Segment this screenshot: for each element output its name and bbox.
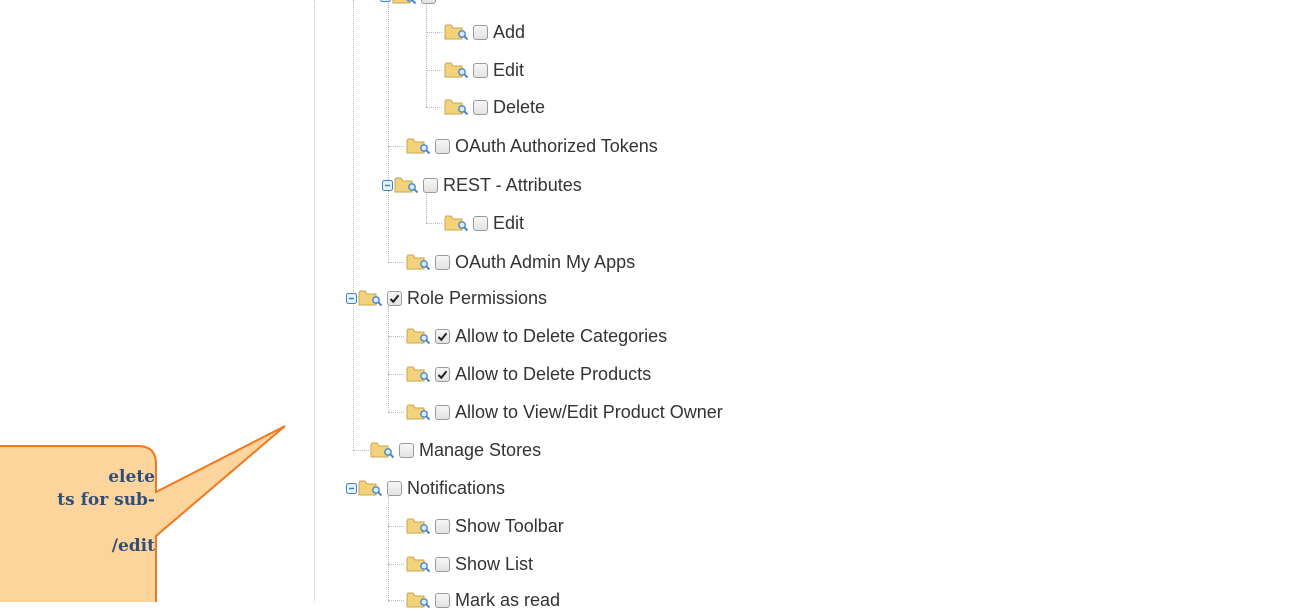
tree-checkbox[interactable]	[435, 404, 450, 420]
tree-node: Role Permissions	[346, 286, 547, 310]
collapse-toggle-icon[interactable]	[380, 0, 391, 2]
tree-node: Notifications	[346, 476, 505, 500]
tree-node: Allow to Delete Categories	[406, 324, 667, 348]
tree-node-label[interactable]: Show Toolbar	[455, 516, 564, 537]
tree-node: Allow to View/Edit Product Owner	[406, 400, 723, 424]
tree-connector	[388, 374, 404, 375]
tree-connector	[388, 412, 404, 413]
tree-checkbox[interactable]	[387, 480, 402, 496]
tree-node: Delete	[444, 95, 545, 119]
tree-connector	[388, 146, 404, 147]
tree-node-label[interactable]: OAuth Authorized Tokens	[455, 136, 658, 157]
collapse-toggle-icon[interactable]	[346, 292, 357, 304]
tree-node-label[interactable]: Role Permissions	[407, 288, 547, 309]
tree-node: Allow to Delete Products	[406, 362, 651, 386]
tree-checkbox[interactable]	[421, 0, 436, 4]
tree-connector	[388, 0, 389, 262]
tree-checkbox[interactable]	[473, 99, 488, 115]
tree-checkbox[interactable]	[435, 138, 450, 154]
tree-node: Manage Stores	[370, 438, 541, 462]
tree-node: Show List	[406, 552, 533, 576]
folder-magnifier-icon	[406, 137, 432, 155]
tree-connector	[388, 496, 389, 602]
tree-checkbox[interactable]	[473, 24, 488, 40]
tree-connector	[388, 306, 389, 412]
tree-connector	[388, 526, 404, 527]
folder-magnifier-icon	[406, 327, 432, 345]
folder-magnifier-icon	[444, 98, 470, 116]
tree-node-label[interactable]: Add	[493, 22, 525, 43]
tree-connector	[426, 0, 427, 107]
permissions-tree: Add Edit Delete OAuth Authorized Tokens …	[0, 0, 1311, 610]
tree-connector	[388, 262, 404, 263]
folder-magnifier-icon	[392, 0, 418, 5]
tree-node: Show Toolbar	[406, 514, 564, 538]
checkmark-icon	[437, 370, 448, 379]
tree-connector	[388, 336, 404, 337]
tree-node-label[interactable]: Mark as read	[455, 590, 560, 611]
tree-node: REST - Attributes	[382, 173, 582, 197]
tree-node: OAuth Admin My Apps	[406, 250, 635, 274]
folder-magnifier-icon	[406, 365, 432, 383]
folder-magnifier-icon	[406, 403, 432, 421]
tree-checkbox[interactable]	[435, 592, 450, 608]
folder-magnifier-icon	[444, 23, 470, 41]
checkmark-icon	[389, 294, 400, 303]
tree-checkbox[interactable]	[473, 215, 488, 231]
folder-magnifier-icon	[444, 214, 470, 232]
tree-checkbox-checked[interactable]	[435, 328, 450, 344]
collapse-toggle-icon[interactable]	[346, 482, 357, 494]
tree-node: OAuth Authorized Tokens	[406, 134, 658, 158]
tree-node-label[interactable]: Allow to View/Edit Product Owner	[455, 402, 723, 423]
folder-magnifier-icon	[406, 591, 432, 609]
folder-magnifier-icon	[370, 441, 396, 459]
tree-node-partial	[380, 0, 441, 8]
tree-node-label[interactable]: Show List	[455, 554, 533, 575]
tree-connector	[353, 0, 354, 450]
tree-connector	[388, 564, 404, 565]
checkmark-icon	[437, 332, 448, 341]
tree-checkbox[interactable]	[423, 177, 438, 193]
tree-node-label[interactable]: Edit	[493, 213, 524, 234]
tree-checkbox[interactable]	[435, 254, 450, 270]
folder-magnifier-icon	[394, 176, 420, 194]
tree-checkbox-checked[interactable]	[435, 366, 450, 382]
tree-node-label[interactable]: Delete	[493, 97, 545, 118]
tree-node-label[interactable]: REST - Attributes	[443, 175, 582, 196]
tree-node: Edit	[444, 58, 524, 82]
tree-checkbox[interactable]	[473, 62, 488, 78]
folder-magnifier-icon	[444, 61, 470, 79]
tree-node: Add	[444, 20, 525, 44]
tree-checkbox[interactable]	[435, 556, 450, 572]
tree-connector	[426, 32, 442, 33]
folder-magnifier-icon	[358, 289, 384, 307]
folder-magnifier-icon	[406, 253, 432, 271]
tree-node: Mark as read	[406, 588, 560, 612]
folder-magnifier-icon	[358, 479, 384, 497]
folder-magnifier-icon	[406, 517, 432, 535]
folder-magnifier-icon	[406, 555, 432, 573]
tree-connector	[388, 600, 404, 601]
tree-node-label[interactable]: Notifications	[407, 478, 505, 499]
tree-checkbox[interactable]	[399, 442, 414, 458]
tree-node-label[interactable]: OAuth Admin My Apps	[455, 252, 635, 273]
tree-node-label[interactable]: Allow to Delete Products	[455, 364, 651, 385]
tree-checkbox[interactable]	[435, 518, 450, 534]
tree-node-label[interactable]: Allow to Delete Categories	[455, 326, 667, 347]
tree-connector	[426, 70, 442, 71]
tree-connector	[426, 223, 442, 224]
tree-node-label[interactable]: Edit	[493, 60, 524, 81]
tree-checkbox-checked[interactable]	[387, 290, 402, 306]
tree-node: Edit	[444, 211, 524, 235]
tree-node-label[interactable]: Manage Stores	[419, 440, 541, 461]
collapse-toggle-icon[interactable]	[382, 179, 393, 191]
tree-connector	[353, 450, 369, 451]
tree-connector	[426, 107, 442, 108]
